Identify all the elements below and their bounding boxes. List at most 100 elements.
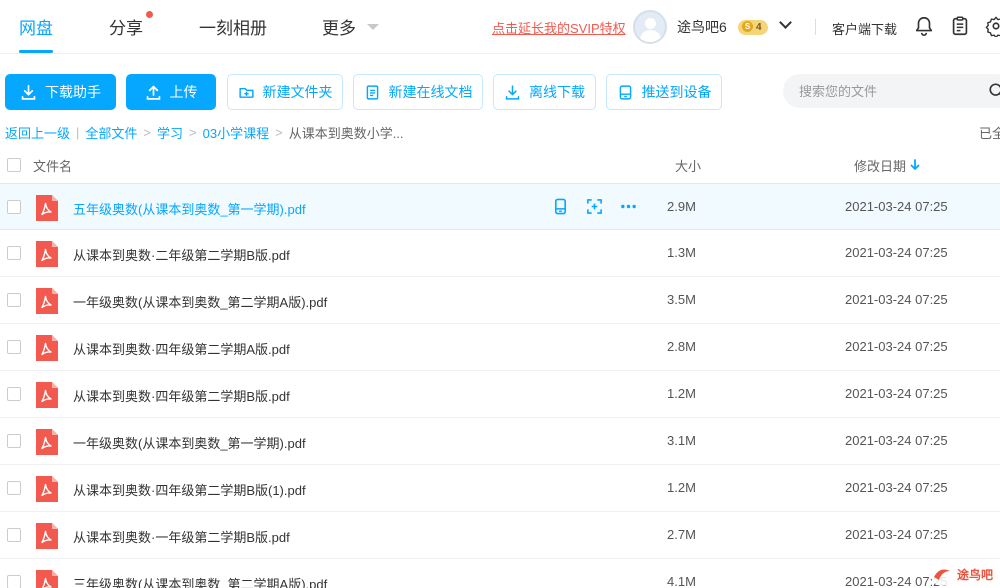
file-name[interactable]: 一年级奥数(从课本到奥数_第二学期A版).pdf bbox=[73, 292, 327, 311]
table-row[interactable]: 一年级奥数(从课本到奥数_第二学期A版).pdf 3.5M 2021-03-24… bbox=[0, 277, 1000, 324]
row-checkbox[interactable] bbox=[7, 293, 21, 307]
watermark-text: 途鸟吧 bbox=[957, 568, 994, 582]
row-checkbox[interactable] bbox=[7, 246, 21, 260]
new-folder-button[interactable]: 新建文件夹 bbox=[227, 74, 343, 110]
file-date: 2021-03-24 07:25 bbox=[845, 339, 948, 354]
table-row[interactable]: 五年级奥数(从课本到奥数_第一学期).pdf 2.9M 2021-03-24 0… bbox=[0, 183, 1000, 230]
pdf-file-icon bbox=[36, 241, 58, 267]
download-icon bbox=[21, 84, 36, 100]
file-size: 1.3M bbox=[667, 245, 696, 260]
push-to-device-button[interactable]: 推送到设备 bbox=[606, 74, 722, 110]
column-header-name[interactable]: 文件名 bbox=[33, 156, 72, 175]
pdf-file-icon bbox=[36, 382, 58, 408]
row-checkbox[interactable] bbox=[7, 528, 21, 542]
pdf-file-icon bbox=[36, 195, 58, 221]
table-row[interactable]: 一年级奥数(从课本到奥数_第一学期).pdf 3.1M 2021-03-24 0… bbox=[0, 418, 1000, 465]
loaded-status: 已全 bbox=[979, 126, 1000, 141]
file-size: 1.2M bbox=[667, 480, 696, 495]
client-download-link[interactable]: 客户端下载 bbox=[832, 19, 897, 38]
new-online-doc-button[interactable]: 新建在线文档 bbox=[353, 74, 483, 110]
new-folder-label: 新建文件夹 bbox=[262, 84, 333, 100]
nav-tab-netdisk[interactable]: 网盘 bbox=[19, 14, 53, 39]
chevron-down-icon[interactable] bbox=[367, 24, 379, 30]
file-size: 3.1M bbox=[667, 433, 696, 448]
row-checkbox[interactable] bbox=[7, 200, 21, 214]
row-checkbox[interactable] bbox=[7, 387, 21, 401]
download-helper-button[interactable]: 下载助手 bbox=[5, 74, 116, 110]
push-to-device-label: 推送到设备 bbox=[641, 84, 712, 100]
user-menu-chevron-icon[interactable] bbox=[779, 16, 792, 29]
vip-letter: S bbox=[742, 21, 753, 32]
breadcrumb-primary-course[interactable]: 03小学课程 bbox=[203, 123, 269, 142]
username[interactable]: 途鸟吧6 bbox=[677, 17, 727, 37]
file-date: 2021-03-24 07:25 bbox=[845, 433, 948, 448]
file-name[interactable]: 从课本到奥数·四年级第二学期B版(1).pdf bbox=[73, 480, 306, 499]
breadcrumb-all-files[interactable]: 全部文件 bbox=[85, 123, 137, 142]
search-icon[interactable] bbox=[988, 82, 1000, 100]
upload-button[interactable]: 上传 bbox=[126, 74, 216, 110]
search-input[interactable] bbox=[783, 74, 1000, 108]
pdf-file-icon bbox=[36, 288, 58, 314]
document-icon bbox=[366, 84, 378, 100]
bell-icon[interactable] bbox=[913, 15, 935, 37]
row-checkbox[interactable] bbox=[7, 340, 21, 354]
breadcrumb-separator: > bbox=[189, 125, 197, 140]
clipboard-icon[interactable] bbox=[949, 15, 971, 37]
table-row[interactable]: 从课本到奥数·一年级第二学期B版.pdf 2.7M 2021-03-24 07:… bbox=[0, 512, 1000, 559]
upload-icon bbox=[146, 85, 160, 100]
file-name[interactable]: 一年级奥数(从课本到奥数_第一学期).pdf bbox=[73, 433, 306, 452]
offline-download-icon bbox=[505, 84, 520, 100]
more-options-icon[interactable] bbox=[620, 198, 637, 215]
pdf-file-icon bbox=[36, 523, 58, 549]
file-name[interactable]: 五年级奥数(从课本到奥数_第一学期).pdf bbox=[73, 199, 306, 218]
column-header-size[interactable]: 大小 bbox=[675, 156, 701, 175]
avatar-body bbox=[640, 30, 661, 42]
table-row[interactable]: 从课本到奥数·四年级第二学期B版.pdf 1.2M 2021-03-24 07:… bbox=[0, 371, 1000, 418]
offline-download-label: 离线下载 bbox=[529, 84, 585, 100]
row-checkbox[interactable] bbox=[7, 481, 21, 495]
sort-desc-arrow-icon[interactable] bbox=[909, 158, 921, 172]
file-date: 2021-03-24 07:25 bbox=[845, 480, 948, 495]
breadcrumb-pipe: | bbox=[76, 125, 80, 140]
breadcrumb-separator: > bbox=[143, 125, 152, 140]
settings-icon[interactable] bbox=[985, 15, 1000, 37]
svip-renew-link[interactable]: 点击延长我的SVIP特权 bbox=[492, 18, 626, 37]
pdf-file-icon bbox=[36, 335, 58, 361]
avatar[interactable] bbox=[633, 10, 667, 44]
file-size: 2.9M bbox=[667, 199, 696, 214]
column-header-date[interactable]: 修改日期 bbox=[854, 156, 906, 175]
nav-tab-share[interactable]: 分享 bbox=[109, 14, 143, 39]
download-helper-label: 下载助手 bbox=[45, 84, 101, 100]
row-checkbox[interactable] bbox=[7, 575, 21, 588]
avatar-head bbox=[645, 18, 656, 29]
share-link-icon[interactable] bbox=[586, 198, 603, 215]
nav-active-indicator bbox=[19, 50, 53, 53]
table-row[interactable]: 从课本到奥数·二年级第二学期B版.pdf 1.3M 2021-03-24 07:… bbox=[0, 230, 1000, 277]
file-name[interactable]: 从课本到奥数·二年级第二学期B版.pdf bbox=[73, 245, 290, 264]
offline-download-button[interactable]: 离线下载 bbox=[493, 74, 596, 110]
folder-plus-icon bbox=[238, 87, 254, 98]
file-name[interactable]: 从课本到奥数·四年级第二学期B版.pdf bbox=[73, 386, 290, 405]
file-size: 2.8M bbox=[667, 339, 696, 354]
table-row[interactable]: 从课本到奥数·四年级第二学期B版(1).pdf 1.2M 2021-03-24 … bbox=[0, 465, 1000, 512]
file-date: 2021-03-24 07:25 bbox=[845, 245, 948, 260]
nav-divider bbox=[815, 19, 816, 35]
file-name[interactable]: 三年级奥数(从课本到奥数_第二学期A版).pdf bbox=[73, 574, 327, 588]
pdf-file-icon bbox=[36, 476, 58, 502]
file-date: 2021-03-24 07:25 bbox=[845, 386, 948, 401]
file-date: 2021-03-24 07:25 bbox=[845, 292, 948, 307]
table-row[interactable]: 从课本到奥数·四年级第二学期A版.pdf 2.8M 2021-03-24 07:… bbox=[0, 324, 1000, 371]
row-checkbox[interactable] bbox=[7, 434, 21, 448]
push-device-icon[interactable] bbox=[552, 198, 569, 215]
breadcrumb-study[interactable]: 学习 bbox=[157, 123, 183, 142]
nav-tab-album[interactable]: 一刻相册 bbox=[199, 14, 267, 39]
file-name[interactable]: 从课本到奥数·一年级第二学期B版.pdf bbox=[73, 527, 290, 546]
table-row[interactable]: 三年级奥数(从课本到奥数_第二学期A版).pdf 4.1M 2021-03-24… bbox=[0, 559, 1000, 588]
file-size: 3.5M bbox=[667, 292, 696, 307]
upload-label: 上传 bbox=[169, 84, 198, 100]
select-all-checkbox[interactable] bbox=[7, 158, 21, 172]
file-name[interactable]: 从课本到奥数·四年级第二学期A版.pdf bbox=[73, 339, 290, 358]
breadcrumb-back-link[interactable]: 返回上一级 bbox=[5, 123, 70, 142]
pdf-file-icon bbox=[36, 429, 58, 455]
nav-tab-more[interactable]: 更多 bbox=[322, 14, 356, 39]
